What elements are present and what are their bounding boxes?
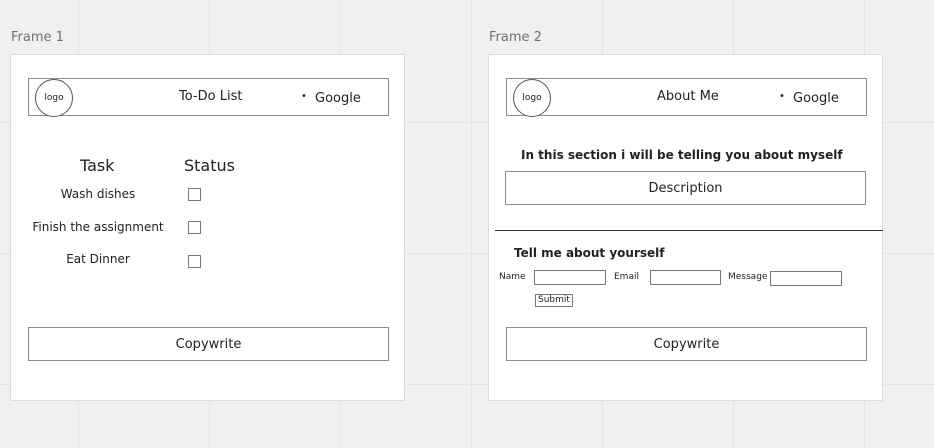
task-checkbox[interactable] (188, 255, 201, 268)
task-column-header: Task (80, 156, 115, 175)
copywrite-text: Copywrite (175, 336, 242, 352)
bullet-icon: • (779, 91, 785, 102)
page-title: About Me (657, 89, 719, 104)
form-heading: Tell me about yourself (514, 246, 665, 260)
task-label: Finish the assignment (32, 220, 164, 234)
message-label: Message (728, 272, 768, 282)
frame-1-title: Frame 1 (11, 30, 64, 45)
copywrite-text: Copywrite (653, 336, 720, 352)
task-label: Wash dishes (60, 187, 136, 201)
task-checkbox[interactable] (188, 221, 201, 234)
frame-1: logo To-Do List • Google Task Status Was… (10, 54, 405, 401)
google-link[interactable]: Google (793, 91, 839, 106)
description-text: Description (648, 180, 723, 196)
bullet-icon: • (301, 91, 307, 102)
status-column-header: Status (184, 156, 235, 175)
email-field[interactable] (650, 270, 721, 285)
page-title: To-Do List (179, 89, 243, 104)
name-field[interactable] (534, 270, 606, 285)
logo-placeholder[interactable]: logo (35, 79, 73, 117)
task-label: Eat Dinner (66, 252, 130, 266)
frame-2: logo About Me • Google In this section i… (488, 54, 883, 401)
frame-1-footer: Copywrite (28, 327, 389, 361)
intro-heading: In this section i will be telling you ab… (521, 148, 843, 162)
description-box: Description (505, 171, 866, 205)
submit-button[interactable]: Submit (535, 294, 573, 307)
frame-1-header: logo To-Do List • Google (28, 78, 389, 117)
section-divider (495, 230, 883, 231)
frame-2-title: Frame 2 (489, 30, 542, 45)
google-link[interactable]: Google (315, 91, 361, 106)
frame-2-footer: Copywrite (506, 327, 867, 361)
frame-2-header: logo About Me • Google (506, 78, 867, 117)
task-checkbox[interactable] (188, 188, 201, 201)
email-label: Email (614, 272, 639, 282)
name-label: Name (499, 272, 526, 282)
message-field[interactable] (770, 271, 842, 286)
logo-placeholder[interactable]: logo (513, 79, 551, 117)
